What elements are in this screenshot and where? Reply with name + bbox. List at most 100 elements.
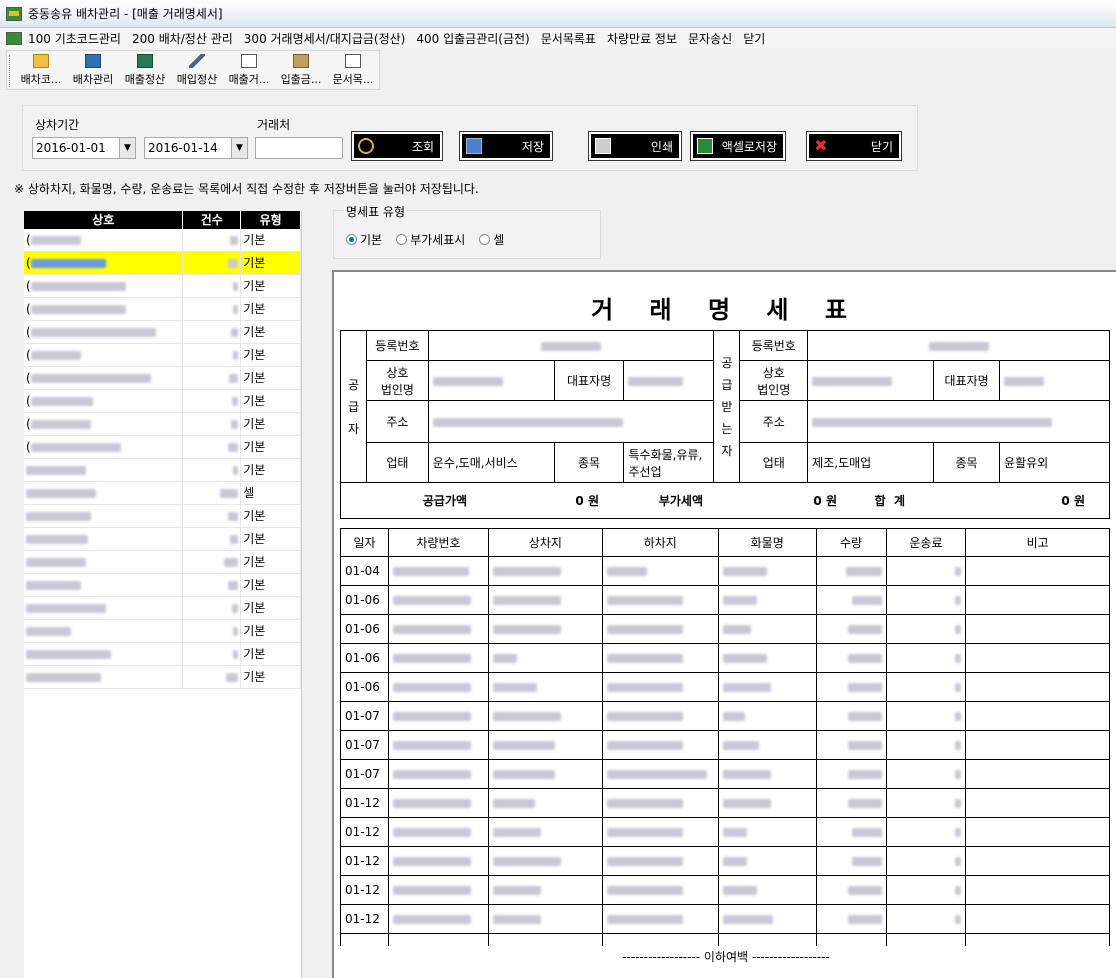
company-list-row[interactable]: 기본 [24,643,301,666]
item-remark[interactable] [965,701,1110,731]
item-fare[interactable] [885,817,967,847]
item-quantity[interactable] [815,643,887,673]
item-cargo[interactable] [717,788,817,818]
company-list-row[interactable]: (기본 [24,275,301,298]
item-quantity[interactable] [815,585,887,615]
count-cell[interactable] [183,252,242,274]
toolbar-dispatch-code-button[interactable]: 배차코... [15,51,67,87]
count-cell[interactable] [183,620,242,642]
item-vehicle[interactable] [387,614,489,644]
column-header-name[interactable]: 상호 [24,211,184,229]
item-fare[interactable] [885,701,967,731]
type-cell[interactable]: 기본 [241,413,301,435]
item-row[interactable]: 01-06 [340,672,1110,702]
item-vehicle[interactable] [387,875,489,905]
item-cargo[interactable] [717,759,817,789]
item-loading[interactable] [487,817,603,847]
item-row[interactable]: 01-12 [340,817,1110,847]
company-name-cell[interactable]: ( [24,298,184,320]
close-button[interactable]: ✖ 닫기 [806,131,902,161]
item-row[interactable]: 01-07 [340,730,1110,760]
count-cell[interactable] [183,298,242,320]
search-button[interactable]: 조회 [351,131,443,161]
menu-vehicle-expiry[interactable]: 차량만료 정보 [607,30,677,47]
company-list-row[interactable]: (기본 [24,367,301,390]
item-loading[interactable] [487,904,603,934]
item-fare[interactable] [885,875,967,905]
company-name-cell[interactable] [24,505,184,527]
company-name-cell[interactable]: ( [24,229,184,251]
type-cell[interactable]: 기본 [241,459,301,481]
item-quantity[interactable] [815,788,887,818]
item-unloading[interactable] [601,585,719,615]
item-cargo[interactable] [717,556,817,586]
count-cell[interactable] [183,390,242,412]
item-date[interactable]: 01-06 [340,585,389,615]
company-name-cell[interactable]: ( [24,390,184,412]
type-cell[interactable]: 기본 [241,643,301,665]
item-loading[interactable] [487,643,603,673]
item-fare[interactable] [885,904,967,934]
company-name-cell[interactable] [24,551,184,573]
item-row[interactable]: 01-07 [340,759,1110,789]
company-list-row[interactable]: 기본 [24,551,301,574]
item-loading[interactable] [487,846,603,876]
type-cell[interactable]: 기본 [241,436,301,458]
menu-close[interactable]: 닫기 [743,30,765,47]
item-vehicle[interactable] [387,846,489,876]
item-vehicle[interactable] [387,788,489,818]
type-cell[interactable]: 기본 [241,505,301,527]
item-remark[interactable] [965,846,1110,876]
item-loading[interactable] [487,585,603,615]
item-remark[interactable] [965,904,1110,934]
item-fare[interactable] [885,730,967,760]
type-cell[interactable]: 기본 [241,597,301,619]
item-date[interactable]: 01-07 [340,730,389,760]
item-unloading[interactable] [601,643,719,673]
count-cell[interactable] [183,344,242,366]
count-cell[interactable] [183,321,242,343]
item-unloading[interactable] [601,875,719,905]
column-header-count[interactable]: 건수 [183,211,242,229]
item-remark[interactable] [965,788,1110,818]
company-name-cell[interactable]: ( [24,436,184,458]
menu-deposit[interactable]: 400 입출금관리(금전) [416,30,529,47]
type-cell[interactable]: 기본 [241,275,301,297]
item-remark[interactable] [965,643,1110,673]
item-fare[interactable] [885,788,967,818]
radio-basic-indicator[interactable] [346,234,357,245]
count-cell[interactable] [183,528,242,550]
item-vehicle[interactable] [387,672,489,702]
item-vehicle[interactable] [387,904,489,934]
item-loading[interactable] [487,788,603,818]
item-remark[interactable] [965,875,1110,905]
company-list-row[interactable]: (기본 [24,252,301,275]
item-loading[interactable] [487,556,603,586]
count-cell[interactable] [183,643,242,665]
item-date[interactable]: 01-06 [340,643,389,673]
item-cargo[interactable] [717,643,817,673]
company-name-cell[interactable]: ( [24,321,184,343]
company-list-row[interactable]: ( 기본 [24,229,301,252]
count-cell[interactable] [183,413,242,435]
item-date[interactable]: 01-06 [340,672,389,702]
type-cell[interactable]: 기본 [241,229,301,251]
print-button[interactable]: 인쇄 [588,131,682,161]
item-vehicle[interactable] [387,701,489,731]
toolbar-sales-statement-button[interactable]: 매출거... [223,51,275,87]
item-vehicle[interactable] [387,585,489,615]
item-loading[interactable] [487,672,603,702]
count-cell[interactable] [183,436,242,458]
company-list-row[interactable]: ( 기본 [24,390,301,413]
type-cell[interactable]: 기본 [241,390,301,412]
item-quantity[interactable] [815,614,887,644]
item-vehicle[interactable] [387,556,489,586]
menu-document-list[interactable]: 문서목록표 [541,30,596,47]
chevron-down-icon[interactable]: ▼ [231,138,247,158]
menu-basic-code[interactable]: 100 기초코드관리 [28,30,121,47]
item-date[interactable]: 01-12 [340,817,389,847]
item-row[interactable]: 01-12 [340,875,1110,905]
type-cell[interactable]: 기본 [241,367,301,389]
excel-save-button[interactable]: 액셀로저장 [690,131,786,161]
company-list-row[interactable]: (기본 [24,344,301,367]
